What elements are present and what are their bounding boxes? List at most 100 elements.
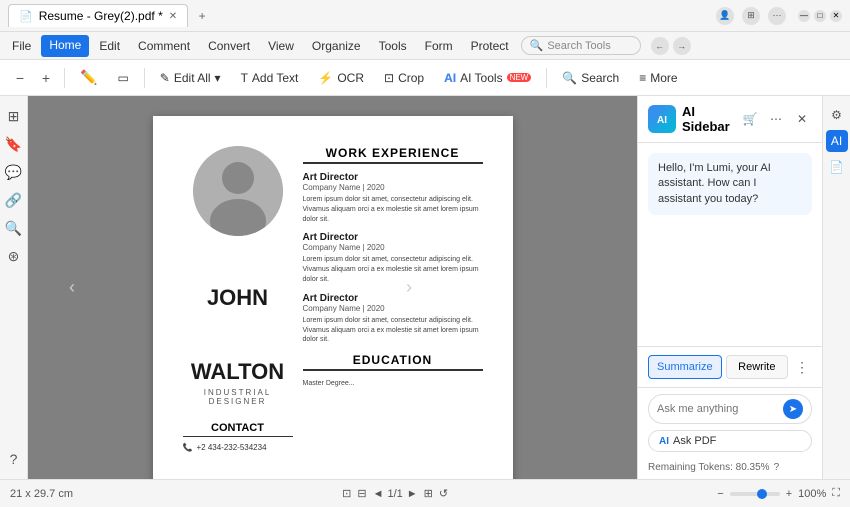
ai-actions-more-icon[interactable]: ⋮	[792, 355, 812, 379]
highlight-button[interactable]: ✏️	[71, 64, 106, 91]
close-tab-button[interactable]: ✕	[169, 11, 177, 22]
ask-pdf-button[interactable]: AI Ask PDF	[648, 430, 812, 452]
ocr-icon: ⚡	[318, 71, 333, 85]
scroll-mode-icon[interactable]: ⊟	[357, 487, 366, 500]
svg-text:AI: AI	[657, 115, 667, 126]
job-title-3: Art Director	[303, 293, 483, 304]
toolbar-sep-2	[144, 68, 145, 88]
sidebar-link-icon[interactable]: 🔗	[2, 188, 26, 212]
ai-close-icon[interactable]: ✕	[792, 109, 812, 129]
rewrite-button[interactable]: Rewrite	[726, 355, 788, 379]
ocr-label: OCR	[337, 71, 364, 85]
restore-icon[interactable]: ⊞	[742, 7, 760, 25]
menu-edit[interactable]: Edit	[91, 36, 128, 56]
search-label: Search	[581, 71, 619, 85]
next-page-arrow[interactable]: ›	[401, 280, 417, 296]
person-last-name: WALTON	[183, 360, 293, 384]
next-page-button[interactable]: ►	[407, 488, 418, 500]
zoom-slider[interactable]	[730, 492, 780, 496]
ai-message-input-box[interactable]: ➤	[648, 394, 812, 424]
minimize-button[interactable]: —	[798, 10, 810, 22]
ai-more-header-icon[interactable]: ⋯	[766, 109, 786, 129]
menu-convert[interactable]: Convert	[200, 36, 258, 56]
fit-width-icon[interactable]: ⊞	[424, 487, 433, 500]
contact-header: CONTACT	[183, 422, 293, 437]
zoom-level-display: 100%	[798, 488, 826, 500]
ai-tools-button[interactable]: AI AI Tools NEW	[435, 66, 540, 90]
menu-file[interactable]: File	[4, 36, 39, 56]
work-experience-header: WORK EXPERIENCE	[303, 146, 483, 164]
sidebar-thumbnail-icon[interactable]: ⊞	[2, 104, 26, 128]
rotate-icon[interactable]: ↺	[439, 487, 448, 500]
panel-settings-icon[interactable]: ⚙	[826, 104, 848, 126]
ai-badge: NEW	[507, 73, 532, 82]
ai-tools-icon: AI	[444, 71, 456, 85]
document-dimensions: 21 x 29.7 cm	[10, 488, 73, 500]
sidebar-search-icon[interactable]: 🔍	[2, 216, 26, 240]
more-button[interactable]: ≡ More	[630, 66, 686, 90]
crop-button[interactable]: ⊡ Crop	[375, 66, 433, 90]
menu-organize[interactable]: Organize	[304, 36, 369, 56]
profile-photo	[193, 146, 283, 236]
more-label: More	[650, 71, 677, 85]
toolbar-sep-1	[64, 68, 65, 88]
ocr-button[interactable]: ⚡ OCR	[309, 66, 373, 90]
menu-view[interactable]: View	[260, 36, 302, 56]
zoom-in-status-icon[interactable]: +	[786, 488, 792, 500]
nav-back-icon[interactable]: ←	[651, 37, 669, 55]
summarize-button[interactable]: Summarize	[648, 355, 722, 379]
sidebar-bookmark-icon[interactable]: 🔖	[2, 132, 26, 156]
add-text-button[interactable]: T Add Text	[232, 66, 308, 90]
search-button[interactable]: 🔍 Search	[553, 66, 628, 90]
menu-comment[interactable]: Comment	[130, 36, 198, 56]
zoom-out-status-icon[interactable]: −	[717, 488, 723, 500]
nav-forward-icon[interactable]: →	[673, 37, 691, 55]
prev-page-arrow[interactable]: ‹	[64, 280, 80, 296]
ai-sidebar-content: Hello, I'm Lumi, your AI assistant. How …	[638, 143, 822, 346]
job-entry-1: Art Director Company Name | 2020 Lorem i…	[303, 172, 483, 224]
user-account-icon[interactable]: 👤	[716, 7, 734, 25]
pdf-view-area[interactable]: ‹ JOHN WALTON INDUSTRIAL DES	[28, 96, 637, 479]
highlight-icon: ✏️	[80, 69, 97, 86]
ai-cart-icon[interactable]: 🛒	[740, 109, 760, 129]
zoom-out-button[interactable]: −	[8, 66, 32, 90]
tab-title: Resume - Grey(2).pdf *	[39, 9, 163, 23]
menu-form[interactable]: Form	[417, 36, 461, 56]
add-tab-button[interactable]: +	[190, 4, 214, 28]
ai-panel-icon[interactable]: AI	[826, 130, 848, 152]
menu-bar: File Home Edit Comment Convert View Orga…	[0, 32, 850, 60]
job-company-2: Company Name | 2020	[303, 243, 483, 252]
menu-home[interactable]: Home	[41, 35, 89, 57]
menu-tools[interactable]: Tools	[371, 36, 415, 56]
help-icon[interactable]: ?	[774, 462, 780, 473]
more-options-icon[interactable]: ⋯	[768, 7, 786, 25]
edit-icon: ✎	[160, 71, 170, 85]
fullscreen-icon[interactable]: ⛶	[832, 487, 840, 500]
menu-protect[interactable]: Protect	[463, 36, 517, 56]
document-panel-icon[interactable]: 📄	[826, 156, 848, 178]
job-title-2: Art Director	[303, 232, 483, 243]
right-panel-icons: ⚙ AI 📄	[822, 96, 850, 479]
document-tab[interactable]: 📄 Resume - Grey(2).pdf * ✕	[8, 4, 188, 27]
maximize-button[interactable]: □	[814, 10, 826, 22]
edit-all-button[interactable]: ✎ Edit All ▾	[151, 66, 230, 90]
add-text-icon: T	[241, 71, 248, 85]
pdf-icon: 📄	[19, 10, 33, 23]
sidebar-help-icon[interactable]: ?	[2, 447, 26, 471]
rectangle-button[interactable]: ▭	[108, 66, 137, 90]
ai-message-input[interactable]	[657, 403, 779, 415]
phone-icon: 📞	[183, 443, 193, 452]
search-tools-input[interactable]: 🔍 Search Tools	[521, 36, 641, 55]
sidebar-layers-icon[interactable]: ⊛	[2, 244, 26, 268]
zoom-in-button[interactable]: +	[34, 66, 58, 90]
ai-action-buttons: Summarize Rewrite ⋮	[638, 346, 822, 387]
more-icon: ≡	[639, 71, 646, 85]
fit-page-icon[interactable]: ⊡	[342, 487, 351, 500]
education-header: EDUCATION	[303, 353, 483, 371]
page-navigation: ◄ 1/1 ►	[373, 488, 418, 500]
sidebar-comment-icon[interactable]: 💬	[2, 160, 26, 184]
ai-send-button[interactable]: ➤	[783, 399, 803, 419]
close-window-button[interactable]: ✕	[830, 10, 842, 22]
prev-page-button[interactable]: ◄	[373, 488, 384, 500]
pdf-page: JOHN WALTON INDUSTRIAL DESIGNER CONTACT …	[153, 116, 513, 479]
